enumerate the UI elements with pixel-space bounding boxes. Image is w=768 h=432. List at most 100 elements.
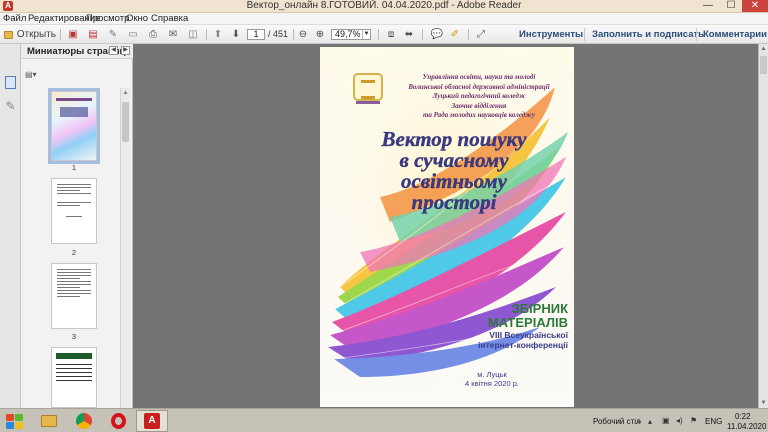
zoom-select[interactable]: 49,7% ▼ xyxy=(331,29,371,40)
scroll-down-icon[interactable]: ▼ xyxy=(760,399,767,407)
pdf-page-cover: Управління освіти, науки та молоді Волин… xyxy=(320,47,574,407)
maximize-button[interactable]: ☐ xyxy=(720,0,742,12)
menu-file[interactable]: Файл xyxy=(3,13,26,25)
collection-line: інтернет-конференції xyxy=(478,340,568,350)
thumbnails-scrollbar[interactable]: ▲ xyxy=(120,88,130,408)
next-page-icon[interactable]: ⬇ xyxy=(229,28,243,41)
menu-window[interactable]: Окно xyxy=(126,13,148,25)
scrollbar-thumb[interactable] xyxy=(122,102,129,142)
thumbnail-page-1[interactable] xyxy=(48,88,100,164)
navigation-pane-strip: ✎ xyxy=(0,44,21,408)
toolbar-separator xyxy=(206,29,207,40)
chevron-down-icon: ▼ xyxy=(362,30,370,39)
toolbar-separator xyxy=(422,29,423,40)
create-pdf-icon[interactable]: ▣ xyxy=(66,28,80,41)
title-line: в сучасному xyxy=(399,148,509,172)
start-button[interactable] xyxy=(4,412,26,430)
scrollbar-thumb[interactable] xyxy=(760,56,767,74)
page-number-input[interactable]: 1 xyxy=(247,29,265,40)
taskbar: A Робочий стіл » ▴ ▣ ◂) ⚑ ENG 0:22 11.04… xyxy=(0,408,768,432)
org-line: та Рада молодих науковців коледжу xyxy=(422,111,536,119)
collapse-panel-icon[interactable]: ◀ xyxy=(109,46,118,55)
attachments-icon[interactable]: ✎ xyxy=(5,100,16,113)
thumbnail-page-3[interactable] xyxy=(51,263,97,329)
folder-icon xyxy=(4,30,13,39)
fill-sign-button[interactable]: Заполнить и подписать xyxy=(592,29,704,40)
flag-icon[interactable]: ⚑ xyxy=(690,416,697,425)
save-icon[interactable]: ▭ xyxy=(126,28,140,41)
highlight-icon[interactable]: ✐ xyxy=(448,28,462,41)
tools-button[interactable]: Инструменты xyxy=(519,29,583,40)
adobe-reader-icon: A xyxy=(144,413,160,429)
windows-logo-icon xyxy=(6,414,14,421)
cover-date: 4 квітня 2020 р. xyxy=(465,379,519,388)
desktop-toolbar-label[interactable]: Робочий стіл xyxy=(593,417,641,426)
print-icon[interactable]: ⎙ xyxy=(146,28,160,41)
org-line: Заочне відділення xyxy=(451,101,507,110)
email-icon[interactable]: ✉ xyxy=(166,28,180,41)
prev-page-icon[interactable]: ⬆ xyxy=(211,28,225,41)
volume-icon[interactable]: ◂) xyxy=(676,416,683,425)
chrome-icon[interactable] xyxy=(68,410,100,432)
tray-overflow-icon[interactable]: ▴ xyxy=(648,417,652,426)
zoom-value: 49,7% xyxy=(335,29,361,39)
language-indicator[interactable]: ENG xyxy=(705,417,722,426)
comment-icon[interactable]: 💬 xyxy=(430,28,444,41)
clock-date[interactable]: 11.04.2020 xyxy=(727,422,766,431)
thumbnail-page-2[interactable] xyxy=(51,178,97,244)
logo-banner xyxy=(356,101,380,104)
opera-icon[interactable] xyxy=(102,410,134,432)
place-date: м. Луцьк 4 квітня 2020 р. xyxy=(432,370,552,388)
cover-title: Вектор пошуку в сучасному освітньому про… xyxy=(340,127,568,214)
toolbar-separator xyxy=(293,29,294,40)
collection-line: VIII Всеукраїнської xyxy=(489,330,568,340)
comments-button[interactable]: Комментарии xyxy=(703,29,767,40)
cover-place: м. Луцьк xyxy=(477,370,507,379)
open-label: Открыть xyxy=(16,29,56,40)
collection-heading: ЗБІРНИК МАТЕРІАЛІВ VIII Всеукраїнської і… xyxy=(458,301,568,351)
file-explorer-icon[interactable] xyxy=(33,410,65,432)
network-icon[interactable]: ▣ xyxy=(662,416,670,425)
fit-width-icon[interactable]: ⬌ xyxy=(402,28,416,41)
title-line: просторі xyxy=(411,190,497,214)
org-line: Волинської обласної державної адміністра… xyxy=(408,82,550,91)
page-thumbnails-icon[interactable] xyxy=(5,76,16,89)
scroll-up-icon[interactable]: ▲ xyxy=(122,89,129,97)
open-button[interactable]: Открыть xyxy=(4,28,56,41)
thumbnail-options-icon[interactable]: ▤▾ xyxy=(25,70,41,80)
menu-help[interactable]: Справка xyxy=(151,13,188,25)
menu-bar: Файл Редактирование Просмотр Окно Справк… xyxy=(0,13,768,25)
collection-line: ЗБІРНИК xyxy=(511,301,568,316)
toolbar: Открыть ▣ ▤ ✎ ▭ ⎙ ✉ ◫ ⬆ ⬇ 1 / 451 ⊖ ⊕ 49… xyxy=(0,25,768,44)
page-total: / 451 xyxy=(268,29,289,39)
windows-logo-icon xyxy=(15,422,23,429)
read-mode-icon[interactable]: ⤢ xyxy=(474,28,488,41)
thumbnail-page-4[interactable] xyxy=(51,347,97,408)
document-scrollbar[interactable]: ▲ ▼ xyxy=(758,44,768,408)
collection-line: МАТЕРІАЛІВ xyxy=(487,315,568,330)
thumbnail-number: 1 xyxy=(71,163,77,172)
thumbnail-number: 2 xyxy=(71,248,77,257)
scroll-up-icon[interactable]: ▲ xyxy=(760,45,767,53)
minimize-button[interactable]: — xyxy=(698,0,718,12)
adobe-reader-taskbar-button[interactable]: A xyxy=(136,410,168,432)
windows-logo-icon xyxy=(15,414,23,421)
toolbar-separator xyxy=(468,29,469,40)
menu-view[interactable]: Просмотр xyxy=(86,13,129,25)
org-line: Управління освіти, науки та молоді xyxy=(422,73,536,81)
clock-time[interactable]: 0:22 xyxy=(735,412,751,421)
share-icon[interactable]: ◫ xyxy=(186,28,200,41)
thumbnail-number: 3 xyxy=(71,332,77,341)
zoom-out-icon[interactable]: ⊖ xyxy=(296,28,310,41)
fit-page-icon[interactable]: ⧈ xyxy=(384,28,398,41)
expand-panel-icon[interactable]: ▶ xyxy=(121,46,130,55)
title-line: Вектор пошуку xyxy=(381,127,527,151)
desktop-toolbar-chevron-icon[interactable]: » xyxy=(637,417,641,426)
thumbnails-panel: Миниатюры страниц ◀ ▶ ▤▾ 1 2 3 ▲ xyxy=(21,44,133,408)
export-icon[interactable]: ▤ xyxy=(86,28,100,41)
zoom-in-icon[interactable]: ⊕ xyxy=(313,28,327,41)
folder-icon xyxy=(41,415,57,427)
edit-icon[interactable]: ✎ xyxy=(106,28,120,41)
org-line: Луцький педагогічний коледж xyxy=(432,92,526,100)
close-button[interactable]: ✕ xyxy=(742,0,768,12)
